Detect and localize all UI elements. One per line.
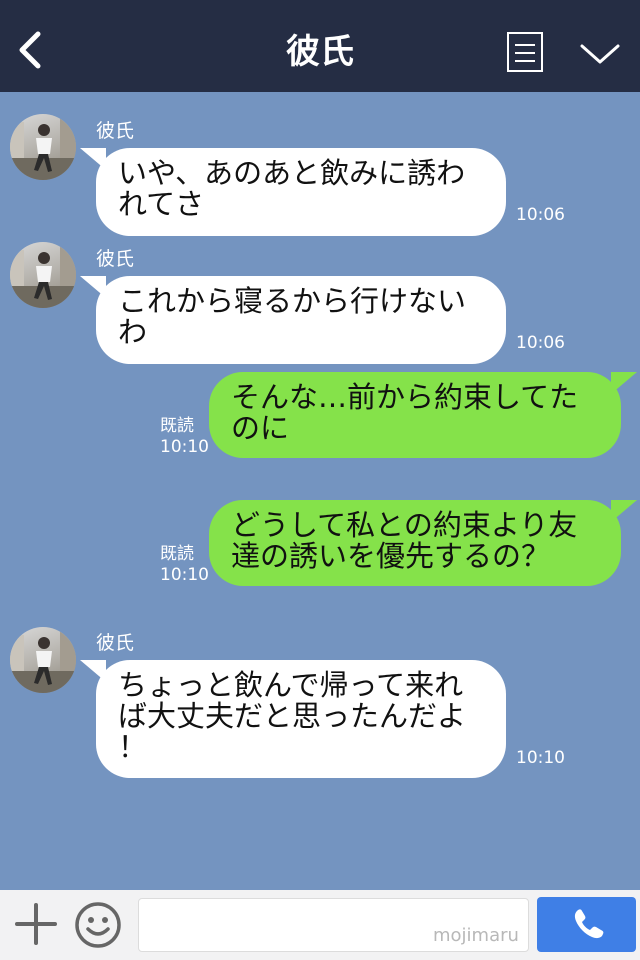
read-label: 既読 xyxy=(160,416,194,436)
read-receipt: 既読 10:10 xyxy=(160,544,209,586)
emoji-button[interactable] xyxy=(74,901,122,949)
message-time: 10:06 xyxy=(516,205,565,225)
message-time: 10:10 xyxy=(516,748,565,768)
avatar[interactable] xyxy=(10,114,76,180)
message-bubble-incoming[interactable]: これから寝るから行けない わ xyxy=(80,276,506,364)
message-line: ちょっと飲んで帰って来れ xyxy=(118,668,464,702)
sender-name: 彼氏 xyxy=(96,120,135,142)
message-line: のに xyxy=(231,411,290,445)
sender-name: 彼氏 xyxy=(96,632,135,654)
message-line: 達の誘いを優先するの？ xyxy=(231,539,551,573)
message-bubble-outgoing[interactable]: そんな…前から約束してた のに xyxy=(209,372,637,458)
message-bubble-outgoing[interactable]: どうして私との約束より友 達の誘いを優先するの？ xyxy=(209,500,637,586)
message-line: そんな…前から約束してた xyxy=(231,380,579,414)
call-button[interactable] xyxy=(537,897,636,952)
chat-title: 彼氏 xyxy=(286,32,354,72)
collapse-button[interactable] xyxy=(578,38,622,68)
message-line: わ xyxy=(118,315,148,349)
smiley-icon xyxy=(75,902,121,948)
phone-icon xyxy=(574,909,604,939)
watermark: mojimaru xyxy=(433,925,519,946)
message-line: れてさ xyxy=(118,187,205,221)
read-receipt: 既読 10:10 xyxy=(160,416,209,458)
menu-list-icon xyxy=(515,44,535,46)
message-line: いや、あのあと飲みに誘わ xyxy=(118,156,466,190)
add-button[interactable] xyxy=(14,902,58,946)
read-label: 既読 xyxy=(160,544,194,564)
message-line: どうして私との約束より友 xyxy=(231,508,578,542)
message-time: 10:10 xyxy=(160,437,209,457)
avatar[interactable] xyxy=(10,242,76,308)
sender-name: 彼氏 xyxy=(96,248,135,270)
chevron-down-icon xyxy=(580,44,620,64)
menu-button[interactable] xyxy=(507,32,543,72)
message-line: これから寝るから行けない xyxy=(118,284,467,318)
message-bubble-incoming[interactable]: ちょっと飲んで帰って来れ ば大丈夫だと思ったんだよ ！ xyxy=(80,660,506,778)
message-time: 10:06 xyxy=(516,333,565,353)
message-line: ！ xyxy=(118,730,148,764)
message-time: 10:10 xyxy=(160,565,209,585)
chat-area[interactable]: 彼氏 いや、あのあと飲みに誘わ れてさ 10:06 彼氏 これから寝るから行けな… xyxy=(0,92,640,890)
message-line: ば大丈夫だと思ったんだよ xyxy=(118,699,467,733)
avatar[interactable] xyxy=(10,627,76,693)
message-bubble-incoming[interactable]: いや、あのあと飲みに誘わ れてさ xyxy=(80,148,506,236)
plus-icon xyxy=(15,903,57,945)
chat-header: 彼氏 xyxy=(0,0,640,92)
